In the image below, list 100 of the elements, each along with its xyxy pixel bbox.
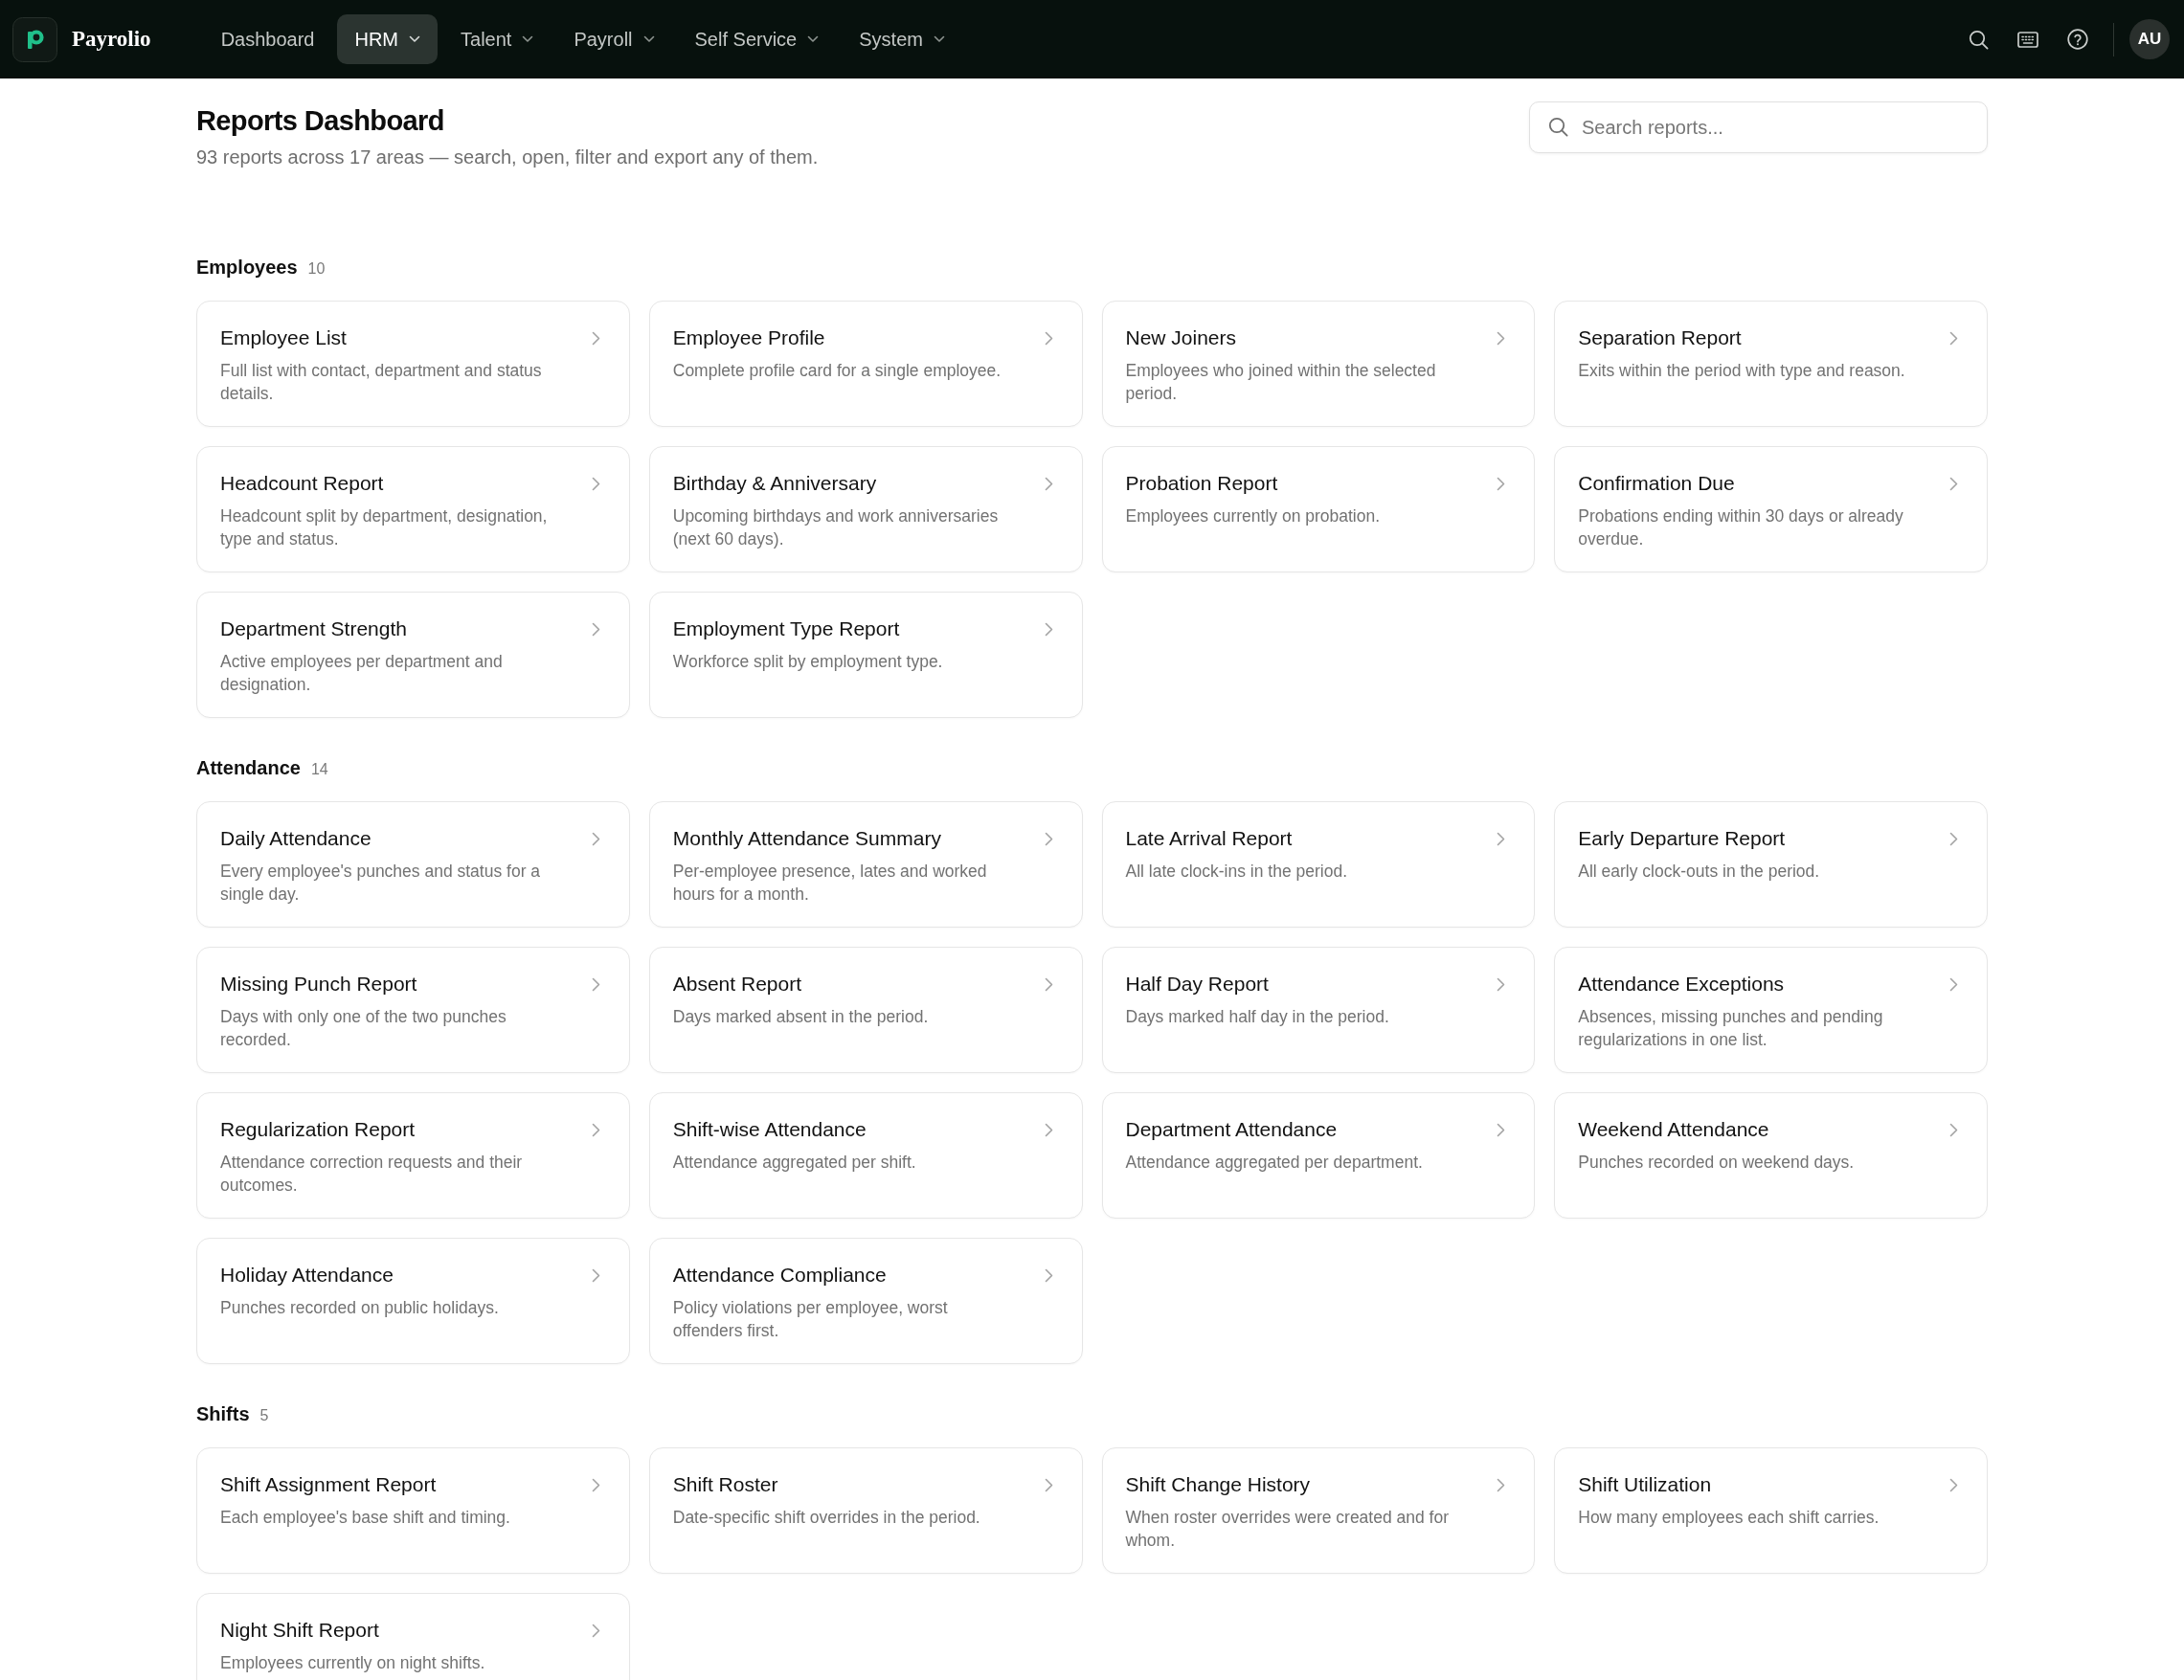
report-description: Attendance aggregated per shift. [672,1152,917,1174]
report-description: Probations ending within 30 days or already overdue. [1578,505,1904,550]
report-title: New Joiners [1125,325,1237,350]
section-title: Employees [196,256,298,280]
chevron-right-icon [1044,1267,1053,1283]
report-title: Separation Report [1578,325,1742,350]
logo-icon[interactable] [12,16,57,62]
report-card[interactable]: Absent Report Days marked absent in the period. [648,947,1083,1073]
report-card[interactable]: Birthday & Anniversary Upcoming birthdays and work anniversaries (next 60 days). [648,446,1083,572]
report-title: Probation Report [1125,471,1278,496]
section-title: Attendance [196,756,301,780]
report-description: Attendance correction requests and their outcomes. [220,1152,524,1197]
page-subtitle: 93 reports across 17 areas — search, open, filter and export any of them. [196,146,819,169]
report-description: Employees currently on probation. [1125,505,1382,527]
chevron-right-icon [591,1623,600,1638]
report-card[interactable]: New Joiners Employees who joined within the selected period. [1101,301,1536,427]
brand-name: Payrolio [72,27,151,52]
report-description: Days marked absent in the period. [672,1006,930,1028]
user-avatar[interactable]: AU [2129,19,2170,59]
report-description: Full list with contact, department and status details. [220,360,543,405]
help-icon[interactable] [2067,29,2088,50]
chevron-right-icon [591,976,600,992]
report-title: Regularization Report [220,1117,416,1142]
report-title: Holiday Attendance [220,1263,394,1288]
report-card[interactable]: Probation Report Employees currently on probation. [1101,446,1536,572]
report-card[interactable]: Confirmation Due Probations ending within 30 days or already overdue. [1554,446,1988,572]
chevron-right-icon [1497,1122,1506,1137]
report-card[interactable]: Attendance Compliance Policy violations per employee, worst offenders first. [648,1238,1083,1364]
report-description: When roster overrides were created and for whom. [1125,1507,1451,1552]
report-title: Attendance Compliance [672,1263,887,1288]
report-description: Complete profile card for a single employee. [672,360,1002,382]
report-description: All late clock-ins in the period. [1125,861,1348,883]
report-description: All early clock-outs in the period. [1578,861,1821,883]
chevron-right-icon [1949,1122,1958,1137]
report-title: Daily Attendance [220,826,372,851]
nav-tab[interactable]: HRM [337,14,438,64]
chevron-right-icon [591,1477,600,1492]
chevron-right-icon [591,1267,600,1283]
chevron-right-icon [1044,1122,1053,1137]
search-icon[interactable] [1969,29,1989,50]
chevron-right-icon [1949,976,1958,992]
report-card[interactable]: Department Attendance Attendance aggregated per department. [1101,1092,1536,1219]
report-title: Half Day Report [1125,972,1269,997]
report-title: Weekend Attendance [1578,1117,1769,1142]
chevron-right-icon [1497,831,1506,846]
report-card[interactable]: Employee List Full list with contact, department and status details. [196,301,630,427]
report-card[interactable]: Late Arrival Report All late clock-ins in the period. [1101,801,1536,928]
report-card[interactable]: Weekend Attendance Punches recorded on weekend days. [1554,1092,1988,1219]
chevron-right-icon [591,476,600,491]
chevron-right-icon [1497,1477,1506,1492]
report-title: Missing Punch Report [220,972,417,997]
search-field[interactable]: Search reports... [1529,101,1988,153]
report-title: Early Departure Report [1578,826,1786,851]
report-title: Shift-wise Attendance [672,1117,867,1142]
chevron-right-icon [591,1122,600,1137]
report-card[interactable]: Separation Report Exits within the period with type and reason. [1554,301,1988,427]
report-title: Shift Roster [672,1472,778,1497]
nav-tab[interactable]: System [842,14,962,64]
report-description: Active employees per department and designation. [220,651,504,696]
keyboard-icon[interactable] [2017,31,2038,48]
nav-tab[interactable]: Payroll [556,14,672,64]
report-title: Department Strength [220,616,407,641]
report-card[interactable]: Shift-wise Attendance Attendance aggregated per shift. [648,1092,1083,1219]
report-card[interactable]: Shift Change History When roster overrides were created and for whom. [1101,1447,1536,1574]
report-card[interactable]: Headcount Report Headcount split by department, designation, type and status. [196,446,630,572]
report-card[interactable]: Early Departure Report All early clock-outs in the period. [1554,801,1988,928]
report-title: Attendance Exceptions [1578,972,1785,997]
section-title: Shifts [196,1402,250,1426]
report-description: Each employee's base shift and timing. [220,1507,511,1529]
report-description: Headcount split by department, designation, type and status. [220,505,549,550]
report-description: Days marked half day in the period. [1125,1006,1390,1028]
report-card[interactable]: Missing Punch Report Days with only one of the two punches recorded. [196,947,630,1073]
chevron-right-icon [1044,831,1053,846]
report-card[interactable]: Employee Profile Complete profile card for a single employee. [648,301,1083,427]
nav-tab[interactable]: Self Service [677,14,837,64]
report-title: Headcount Report [220,471,384,496]
report-description: Date-specific shift overrides in the period. [672,1507,981,1529]
report-description: Punches recorded on weekend days. [1578,1152,1856,1174]
report-card[interactable]: Half Day Report Days marked half day in the period. [1101,947,1536,1073]
report-card[interactable]: Shift Utilization How many employees each shift carries. [1554,1447,1988,1574]
report-card[interactable]: Shift Roster Date-specific shift overrides in the period. [648,1447,1083,1574]
report-card[interactable]: Daily Attendance Every employee's punches and status for a single day. [196,801,630,928]
nav-tab[interactable]: Talent [443,14,552,64]
chevron-right-icon [1497,330,1506,346]
report-card[interactable]: Employment Type Report Workforce split by employment type. [648,592,1083,718]
report-card[interactable]: Monthly Attendance Summary Per-employee presence, lates and worked hours for a month. [648,801,1083,928]
report-title: Birthday & Anniversary [672,471,877,496]
report-card[interactable]: Holiday Attendance Punches recorded on public holidays. [196,1238,630,1364]
page-title: Reports Dashboard [196,104,445,138]
chevron-right-icon [1497,476,1506,491]
report-card[interactable]: Regularization Report Attendance correction requests and their outcomes. [196,1092,630,1219]
report-card[interactable]: Attendance Exceptions Absences, missing punches and pending regularizations in one list. [1554,947,1988,1073]
report-card[interactable]: Department Strength Active employees per department and designation. [196,592,630,718]
report-card[interactable]: Shift Assignment Report Each employee's base shift and timing. [196,1447,630,1574]
report-title: Employee Profile [672,325,825,350]
report-description: Upcoming birthdays and work anniversaries (next 60 days). [672,505,1000,550]
report-card[interactable]: Night Shift Report Employees currently on night shifts. [196,1593,630,1680]
report-description: How many employees each shift carries. [1578,1507,1880,1529]
report-title: Shift Change History [1125,1472,1311,1497]
nav-tab[interactable]: Dashboard [203,14,332,64]
